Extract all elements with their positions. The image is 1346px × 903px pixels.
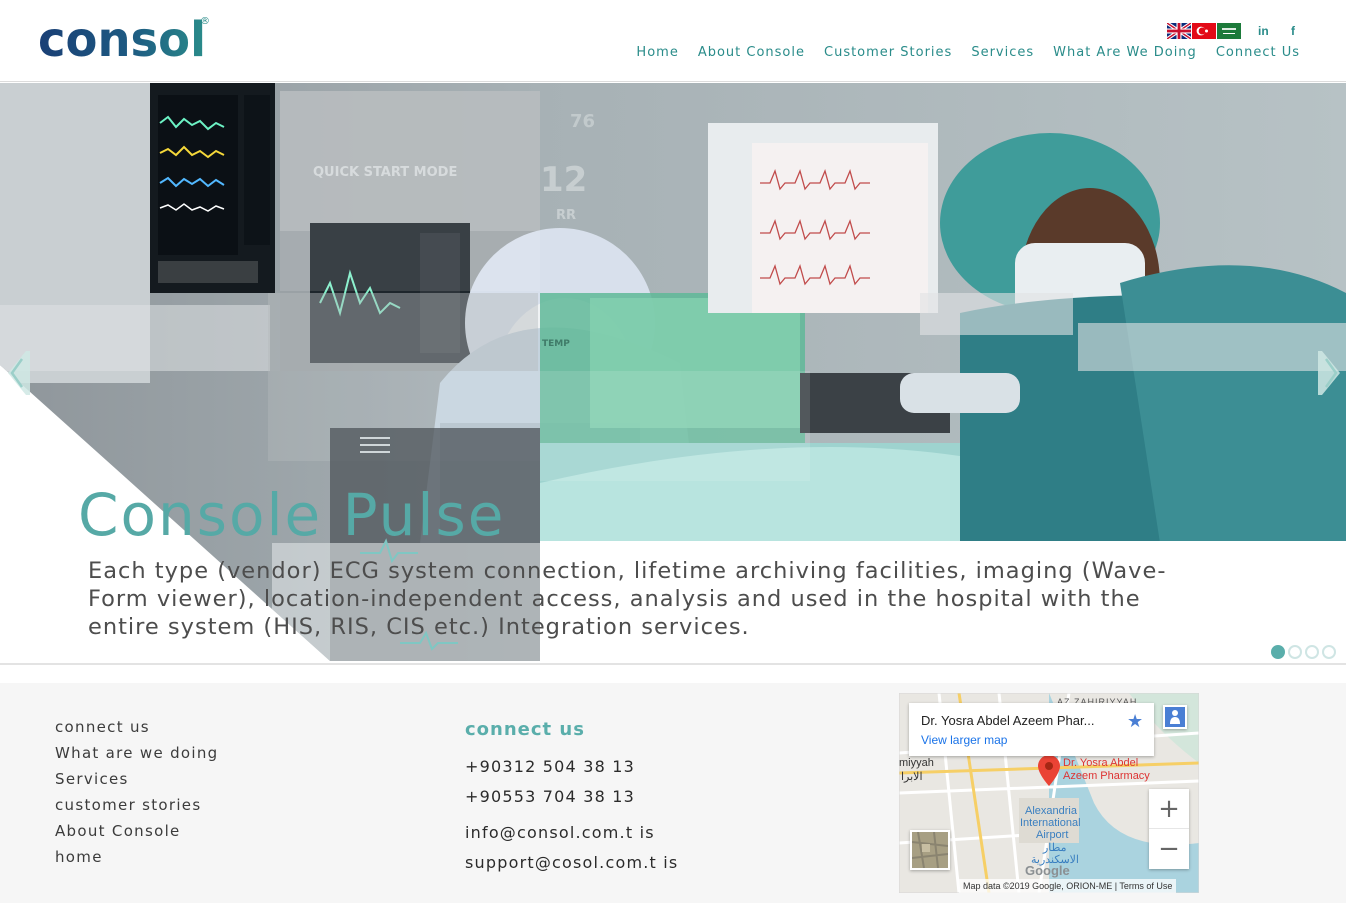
hero-description: Each type (vendor) ECG system connection… — [88, 558, 1167, 640]
screen-text-quickstart: QUICK START MODE — [313, 165, 457, 180]
footer-link-what-are-we-doing[interactable]: What are we doing — [55, 744, 218, 770]
phone-number[interactable]: +90553 704 38 13 — [465, 787, 678, 817]
slider-prev-arrow-icon[interactable] — [4, 349, 32, 397]
footer-link-about-console[interactable]: About Console — [55, 822, 218, 848]
site-footer: connect us What are we doing Services cu… — [0, 683, 1346, 903]
screen-text-rate: 76 — [570, 111, 595, 132]
registered-mark: ® — [200, 16, 210, 27]
embedded-map[interactable]: AZ ZAHIRIYYAH miyyah الابرا Dr. Yosra Ab… — [899, 693, 1199, 893]
screen-text-number: 12 — [540, 160, 587, 200]
email-address[interactable]: support@cosol.com.t is — [465, 853, 678, 883]
map-airport-label: Alexandria — [1025, 805, 1077, 817]
slider-dot[interactable] — [1288, 645, 1302, 659]
contact-block: connect us +90312 504 38 13 +90553 704 3… — [465, 719, 678, 883]
map-place-title: Dr. Yosra Abdel Azeem Phar... — [921, 713, 1095, 728]
footer-link-home[interactable]: home — [55, 848, 218, 874]
map-data-text: Map data ©2019 Google, ORION-ME — [963, 881, 1113, 891]
nav-about-console[interactable]: About Console — [698, 45, 805, 60]
screen-text-rr: RR — [556, 208, 576, 223]
map-label-area-ar: الابرا — [901, 771, 923, 783]
zoom-in-button[interactable]: + — [1149, 789, 1189, 829]
turkey-flag-icon[interactable] — [1192, 23, 1216, 39]
map-airport-label: Airport — [1036, 829, 1069, 841]
map-attribution: Map data ©2019 Google, ORION-ME | Terms … — [959, 879, 1177, 893]
map-pin-label: Azeem Pharmacy — [1063, 770, 1150, 782]
language-switcher — [1167, 23, 1241, 39]
zoom-out-button[interactable]: − — [1149, 829, 1189, 869]
screen-text-temp: TEMP — [542, 339, 570, 349]
map-label-area: miyyah — [899, 757, 934, 769]
street-view-pegman-icon[interactable] — [1163, 705, 1187, 729]
logo-text: consol — [38, 12, 206, 67]
map-pin-label: Dr. Yosra Abdel — [1063, 757, 1139, 769]
slider-dot[interactable] — [1322, 645, 1336, 659]
map-place-card: Dr. Yosra Abdel Azeem Phar... View large… — [909, 703, 1154, 756]
slider-dot[interactable] — [1271, 645, 1285, 659]
view-larger-map-link[interactable]: View larger map — [921, 733, 1007, 747]
nav-what-are-we-doing[interactable]: What Are We Doing — [1053, 45, 1197, 60]
map-zoom-controls: + − — [1149, 789, 1189, 869]
footer-link-customer-stories[interactable]: customer stories — [55, 796, 218, 822]
nav-connect-us[interactable]: Connect Us — [1216, 45, 1300, 60]
satellite-toggle-thumbnail[interactable] — [910, 830, 950, 870]
facebook-icon[interactable]: f — [1291, 24, 1295, 38]
map-airport-label: International — [1020, 817, 1081, 829]
contact-title: connect us — [465, 719, 585, 740]
divider — [0, 663, 1346, 665]
email-address[interactable]: info@consol.com.t is — [465, 823, 678, 853]
site-header: consol ® in f Home About Console Custome… — [0, 0, 1346, 82]
footer-link-services[interactable]: Services — [55, 770, 218, 796]
consol-logo[interactable]: consol ® — [38, 12, 213, 67]
uk-flag-icon[interactable] — [1167, 23, 1191, 39]
footer-links: connect us What are we doing Services cu… — [55, 718, 218, 874]
save-star-icon[interactable]: ★ — [1127, 711, 1143, 732]
hero-title: Console Pulse — [78, 481, 506, 549]
main-nav: Home About Console Customer Stories Serv… — [636, 45, 1300, 60]
slider-next-arrow-icon[interactable] — [1316, 349, 1344, 397]
nav-services[interactable]: Services — [971, 45, 1034, 60]
nav-customer-stories[interactable]: Customer Stories — [824, 45, 952, 60]
nav-home[interactable]: Home — [636, 45, 678, 60]
hero-slider: QUICK START MODE 12 RR 76 TEMP Console P… — [0, 83, 1346, 663]
footer-link-connect-us[interactable]: connect us — [55, 718, 218, 744]
phone-number[interactable]: +90312 504 38 13 — [465, 757, 678, 787]
map-terms-link[interactable]: Terms of Use — [1119, 881, 1172, 891]
linkedin-icon[interactable]: in — [1258, 24, 1269, 38]
slider-dot[interactable] — [1305, 645, 1319, 659]
slider-pagination — [1271, 645, 1336, 659]
saudi-flag-icon[interactable] — [1217, 23, 1241, 39]
google-logo: Google — [1025, 863, 1070, 878]
